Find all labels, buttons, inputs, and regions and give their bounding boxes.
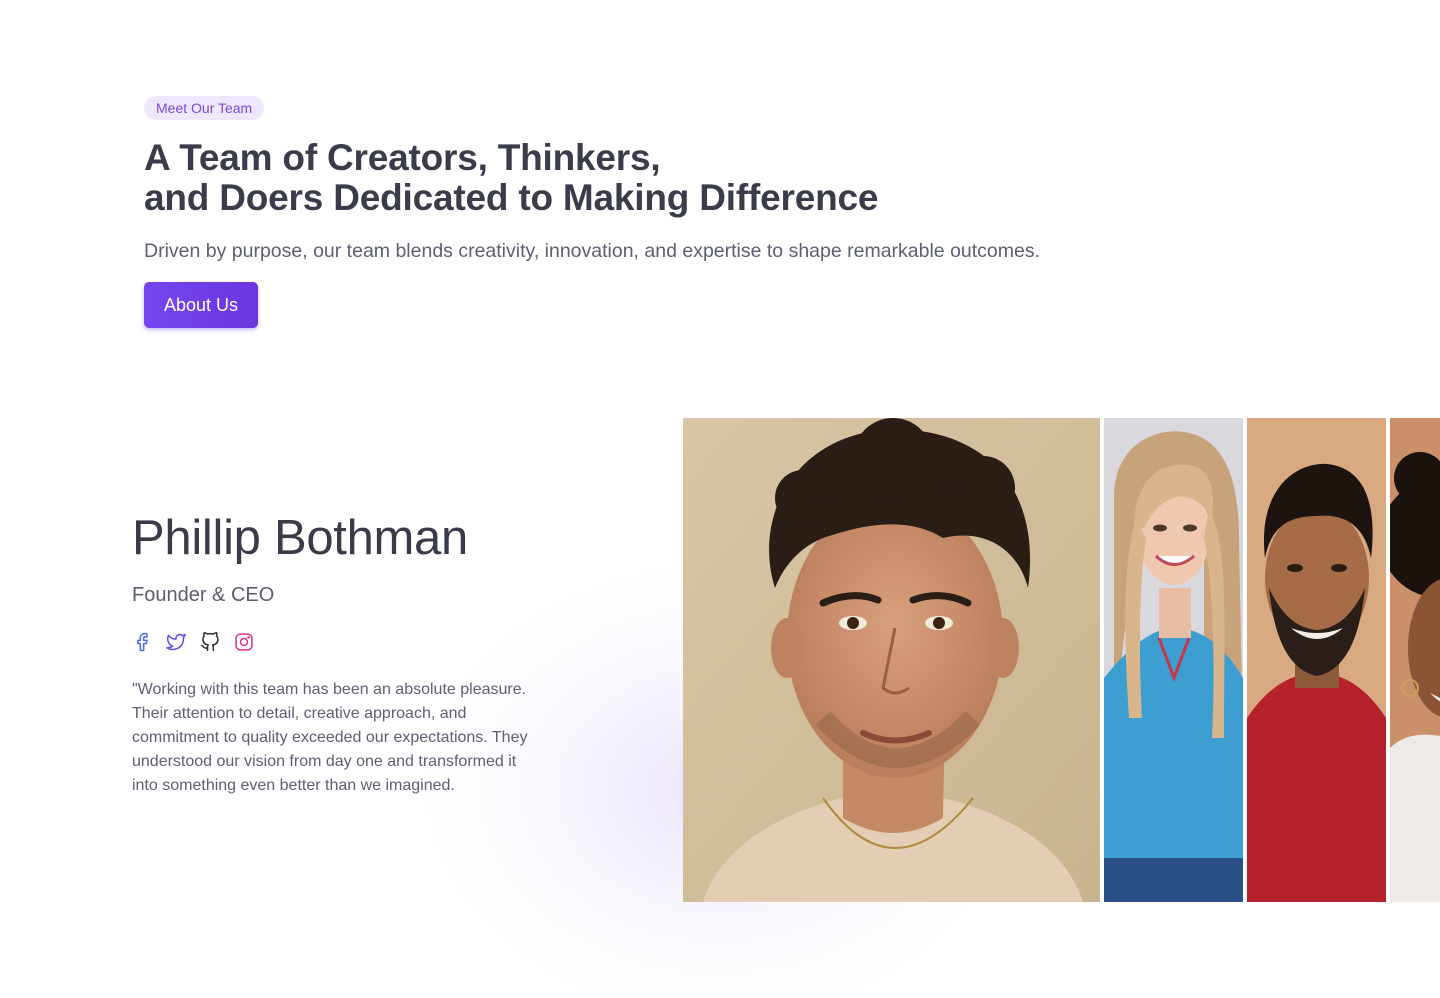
member-quote: "Working with this team has been an abso… xyxy=(132,681,528,794)
facebook-icon[interactable] xyxy=(132,632,152,652)
section-badge: Meet Our Team xyxy=(144,96,265,120)
social-links xyxy=(132,632,542,652)
member-name: Phillip Bothman xyxy=(132,511,468,565)
member-role: Founder & CEO xyxy=(132,584,275,606)
hero-title-line-1: A Team of Creators, Thinkers, xyxy=(144,137,661,178)
team-photo-2[interactable] xyxy=(1104,418,1243,902)
team-photo-1[interactable] xyxy=(683,418,1100,902)
team-photo-gallery xyxy=(683,418,1440,902)
hero-section: Meet Our Team A Team of Creators, Thinke… xyxy=(144,96,1244,328)
hero-title-line-2: and Doers Dedicated to Making Difference xyxy=(144,177,879,218)
github-icon[interactable] xyxy=(200,632,220,652)
team-member-profile: Phillip Bothman Founder & CEO "Working w xyxy=(132,508,542,798)
hero-title: A Team of Creators, Thinkers, and Doers … xyxy=(144,138,1244,218)
about-us-button[interactable]: About Us xyxy=(144,282,259,328)
instagram-icon[interactable] xyxy=(234,632,254,652)
hero-subtitle: Driven by purpose, our team blends creat… xyxy=(144,240,1041,262)
twitter-icon[interactable] xyxy=(166,632,186,652)
team-photo-4[interactable] xyxy=(1390,418,1440,902)
team-photo-3[interactable] xyxy=(1247,418,1386,902)
